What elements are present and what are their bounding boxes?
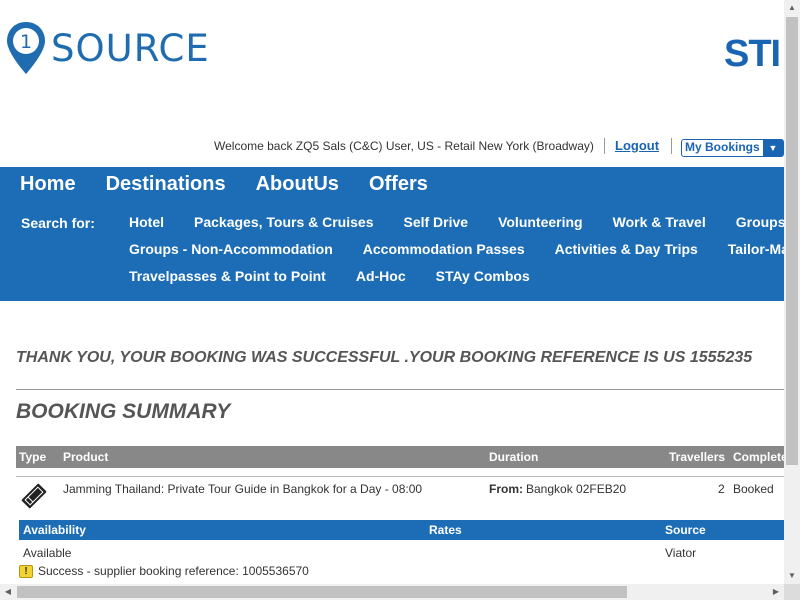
table-header: Type Product Duration Travellers Complet…: [16, 446, 784, 468]
col-rates: Rates: [429, 523, 462, 537]
search-for-label: Search for:: [21, 215, 95, 231]
col-source: Source: [665, 523, 706, 537]
divider: [16, 476, 784, 477]
subnav-row: Hotel Packages, Tours & Cruises Self Dri…: [129, 214, 784, 230]
logo-text: SOURCE: [51, 26, 210, 70]
divider: [16, 389, 784, 390]
subnav-groups-accommodation[interactable]: Groups - Ac: [736, 214, 784, 230]
user-bar: Welcome back ZQ5 Sals (C&C) User, US - R…: [0, 138, 784, 158]
scroll-left-icon[interactable]: ◀: [0, 584, 16, 600]
booking-duration: Bangkok 02FEB20: [526, 482, 627, 496]
divider: [604, 138, 605, 154]
source-value: Viator: [665, 546, 697, 560]
status-badge: Booked: [733, 482, 774, 496]
subnav-tailor-made[interactable]: Tailor-Made: [728, 241, 784, 257]
scroll-right-icon[interactable]: ▶: [768, 584, 784, 600]
page-viewport: 1 SOURCE STI Welcome back ZQ5 Sals (C&C)…: [0, 0, 784, 584]
scrollbar-thumb[interactable]: [17, 586, 627, 598]
site-logo[interactable]: 1 SOURCE: [5, 20, 210, 76]
scrollbar-thumb[interactable]: [786, 17, 798, 465]
subnav-activities[interactable]: Activities & Day Trips: [555, 241, 698, 257]
page-title: BOOKING SUMMARY: [16, 400, 231, 423]
col-availability: Availability: [23, 523, 86, 537]
nav-offers[interactable]: Offers: [369, 173, 428, 196]
subnav-accommodation-passes[interactable]: Accommodation Passes: [363, 241, 525, 257]
col-duration: Duration: [489, 450, 539, 464]
scroll-up-icon[interactable]: ▲: [784, 0, 800, 16]
confirmation-message: THANK YOU, YOUR BOOKING WAS SUCCESSFUL .…: [16, 349, 753, 366]
col-completed: Complete: [733, 450, 784, 464]
logout-link[interactable]: Logout: [615, 138, 659, 153]
subnav-row: Groups - Non-Accommodation Accommodation…: [129, 241, 784, 257]
success-message: ! Success - supplier booking reference: …: [19, 564, 309, 578]
col-product: Product: [63, 450, 109, 464]
subnav-work-travel[interactable]: Work & Travel: [613, 214, 706, 230]
nav-home[interactable]: Home: [20, 173, 76, 196]
subnav-packages[interactable]: Packages, Tours & Cruises: [194, 214, 373, 230]
subnav-self-drive[interactable]: Self Drive: [403, 214, 468, 230]
logo-number: 1: [20, 31, 32, 53]
details-table-header: Availability Rates Source: [19, 520, 784, 540]
horizontal-scrollbar[interactable]: ◀ ▶: [0, 584, 784, 600]
my-bookings-select[interactable]: My Bookings ▼: [681, 139, 784, 157]
nav-aboutus[interactable]: AboutUs: [256, 173, 339, 196]
map-pin-icon: 1: [7, 22, 45, 74]
booking-travellers: 2: [718, 482, 725, 496]
scroll-down-icon[interactable]: ▼: [784, 568, 800, 584]
partner-logo[interactable]: STI: [724, 33, 781, 76]
availability-value: Available: [23, 546, 72, 560]
warning-icon: !: [19, 564, 33, 578]
subnav-row: Travelpasses & Point to Point Ad-Hoc STA…: [129, 268, 560, 284]
scrollbar-corner: [784, 584, 800, 600]
subnav-stay-combos[interactable]: STAy Combos: [436, 268, 530, 284]
divider: [671, 138, 672, 154]
ticket-icon: [21, 483, 47, 509]
success-text: Success - supplier booking reference: 10…: [38, 564, 309, 578]
subnav-volunteering[interactable]: Volunteering: [498, 214, 583, 230]
subnav-hotel[interactable]: Hotel: [129, 214, 164, 230]
subnav-groups-non-accommodation[interactable]: Groups - Non-Accommodation: [129, 241, 333, 257]
welcome-message: Welcome back ZQ5 Sals (C&C) User, US - R…: [214, 139, 594, 153]
my-bookings-label: My Bookings: [685, 140, 760, 154]
chevron-down-icon: ▼: [763, 140, 783, 156]
duration-label: From:: [489, 482, 523, 496]
nav-destinations[interactable]: Destinations: [106, 173, 226, 196]
subnav-ad-hoc[interactable]: Ad-Hoc: [356, 268, 406, 284]
primary-nav: Home Destinations AboutUs Offers: [20, 173, 428, 196]
main-navigation: Home Destinations AboutUs Offers Search …: [0, 167, 784, 301]
booking-product[interactable]: Jamming Thailand: Private Tour Guide in …: [63, 482, 422, 496]
vertical-scrollbar[interactable]: ▲ ▼: [784, 0, 800, 584]
subnav-travelpasses[interactable]: Travelpasses & Point to Point: [129, 268, 326, 284]
col-travellers: Travellers: [669, 450, 726, 464]
col-type: Type: [19, 450, 47, 464]
